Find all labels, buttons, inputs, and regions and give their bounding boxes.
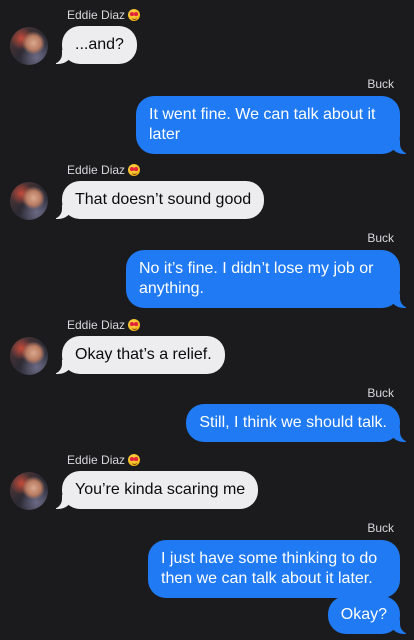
avatar[interactable] xyxy=(10,472,48,510)
message-bubble-outgoing[interactable]: Still, I think we should talk. xyxy=(186,404,410,442)
sender-name-outgoing: Buck xyxy=(367,386,394,400)
sender-name-outgoing: Buck xyxy=(367,77,394,91)
message-bubble-outgoing[interactable]: It went fine. We can talk about it later xyxy=(136,96,410,154)
sender-name-outgoing: Buck xyxy=(367,521,394,535)
heart-eyes-emoji-icon xyxy=(128,319,141,331)
message-bubble-outgoing[interactable]: Okay? xyxy=(327,596,411,634)
message-bubble-incoming[interactable]: That doesn’t sound good xyxy=(51,181,265,219)
message-bubble-outgoing[interactable]: No it’s fine. I didn’t lose my job or an… xyxy=(126,250,410,308)
heart-eyes-emoji-icon xyxy=(128,454,141,466)
sender-name-incoming: Eddie Diaz xyxy=(67,318,141,332)
avatar[interactable] xyxy=(10,337,48,375)
heart-eyes-emoji-icon xyxy=(128,164,141,176)
message-bubble-outgoing[interactable]: I just have some thinking to do then we … xyxy=(148,540,400,598)
sender-name-incoming: Eddie Diaz xyxy=(67,453,141,467)
avatar[interactable] xyxy=(10,182,48,220)
sender-name-incoming: Eddie Diaz xyxy=(67,8,141,22)
message-bubble-incoming[interactable]: Okay that’s a relief. xyxy=(52,336,225,374)
message-thread: Eddie Diaz ...and? Buck It went fine. We… xyxy=(0,0,414,640)
sender-name-outgoing: Buck xyxy=(367,231,394,245)
message-bubble-incoming[interactable]: ...and? xyxy=(52,26,137,64)
sender-name-incoming: Eddie Diaz xyxy=(67,163,141,177)
avatar[interactable] xyxy=(10,27,48,65)
heart-eyes-emoji-icon xyxy=(128,9,141,21)
message-bubble-incoming[interactable]: You’re kinda scaring me xyxy=(51,471,259,509)
